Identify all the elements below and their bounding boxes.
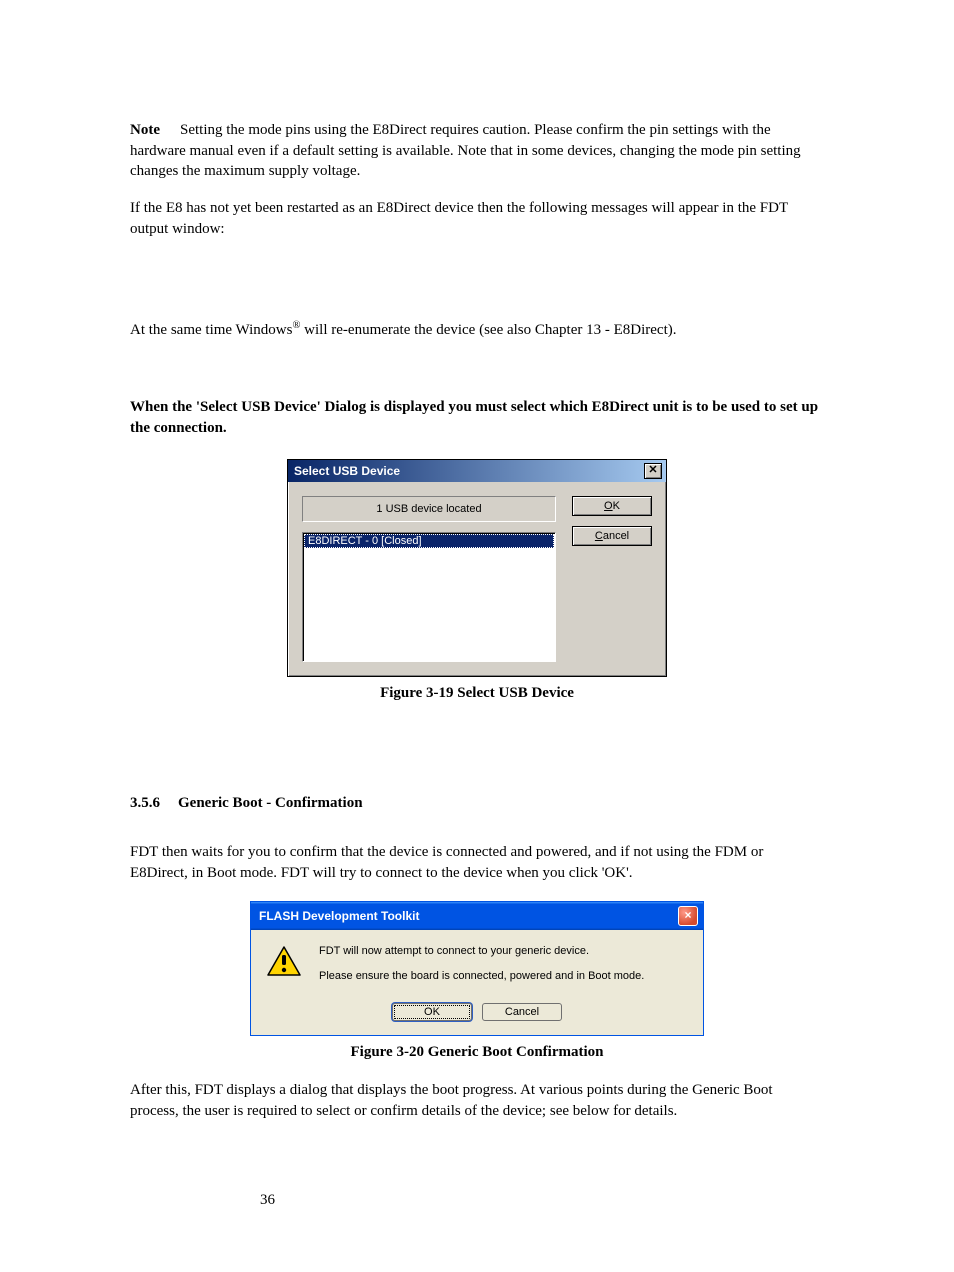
text: At the same time Windows: [130, 322, 292, 338]
text: ancel: [603, 530, 629, 542]
instruction-paragraph: When the 'Select USB Device' Dialog is d…: [130, 397, 824, 438]
ok-button[interactable]: OK: [572, 496, 652, 516]
close-icon[interactable]: ×: [678, 906, 698, 926]
close-icon[interactable]: ✕: [644, 463, 662, 479]
text: C: [595, 530, 603, 542]
list-item[interactable]: E8DIRECT - 0 [Closed]: [304, 534, 554, 548]
warning-icon: [267, 946, 301, 976]
figure-caption: Figure 3-20 Generic Boot Confirmation: [130, 1042, 824, 1063]
dialog-title: FLASH Development Toolkit: [259, 909, 419, 923]
text: O: [604, 500, 613, 512]
ok-button[interactable]: OK: [392, 1003, 472, 1021]
text: K: [613, 500, 620, 512]
usb-device-listbox[interactable]: E8DIRECT - 0 [Closed]: [302, 532, 556, 662]
figure-caption: Figure 3-19 Select USB Device: [130, 683, 824, 704]
dialog-title: Select USB Device: [294, 464, 400, 478]
body-paragraph: At the same time Windows® will re-enumer…: [130, 319, 824, 341]
message-line: FDT will now attempt to connect to your …: [319, 944, 644, 959]
cancel-button[interactable]: Cancel: [482, 1003, 562, 1021]
dialog-titlebar: Select USB Device ✕: [288, 460, 666, 482]
message-line: Please ensure the board is connected, po…: [319, 969, 644, 984]
page-number: 36: [260, 1192, 275, 1209]
note-paragraph: NoteSetting the mode pins using the E8Di…: [130, 120, 824, 182]
body-paragraph: If the E8 has not yet been restarted as …: [130, 198, 824, 239]
select-usb-device-dialog: Select USB Device ✕ 1 USB device located…: [287, 459, 667, 677]
generic-boot-confirmation-dialog: FLASH Development Toolkit × FDT will now…: [250, 901, 704, 1035]
body-paragraph: After this, FDT displays a dialog that d…: [130, 1080, 824, 1121]
section-heading: 3.5.6Generic Boot - Confirmation: [130, 793, 824, 814]
note-text: Setting the mode pins using the E8Direct…: [130, 122, 801, 179]
dialog-titlebar: FLASH Development Toolkit ×: [251, 902, 703, 930]
body-paragraph: FDT then waits for you to confirm that t…: [130, 842, 824, 883]
text: will re-enumerate the device (see also C…: [300, 322, 676, 338]
device-count-label: 1 USB device located: [302, 496, 556, 522]
section-title: Generic Boot - Confirmation: [178, 795, 363, 811]
note-label: Note: [130, 122, 180, 138]
cancel-button[interactable]: Cancel: [572, 526, 652, 546]
section-number: 3.5.6: [130, 793, 178, 814]
